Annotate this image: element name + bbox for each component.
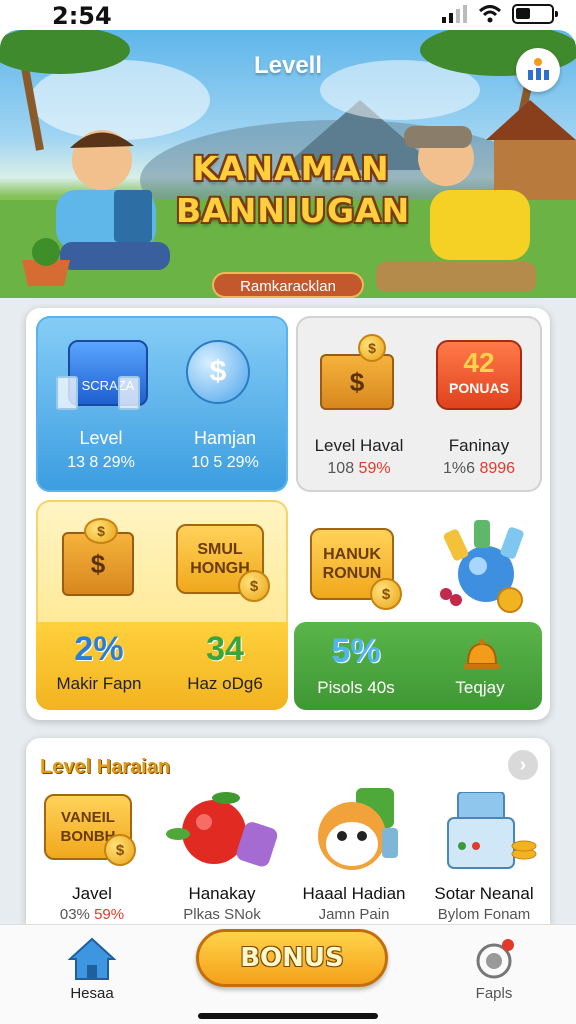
mascot-icon [312, 788, 402, 874]
bonus-card-yellow[interactable]: $ $ SMUL HONGH $ 2% Makir Fapn 34 Haz oD… [36, 500, 288, 710]
machine-icon [442, 791, 538, 874]
item-name: Haaal Hadian [302, 884, 406, 903]
coin-icon: $ [370, 578, 402, 610]
item-name: Javel [72, 884, 112, 903]
green-stat1-label: Pisols 40s [317, 678, 395, 697]
bonus-card-white[interactable]: HANUK RONUN $ [296, 500, 542, 620]
yellow-stat2-label: Haz oDg6 [187, 674, 263, 693]
gray-card-item1-value: 108 59% [296, 460, 422, 478]
item-value: Bylom Fonam [437, 906, 531, 923]
wifi-icon [478, 5, 502, 23]
section-title: Level Haraian [40, 756, 171, 778]
level-card-blue[interactable]: SCRAZA $ Level 13 8 29% Hamjan 10 5 29% [36, 316, 288, 492]
hero-menu-button[interactable] [516, 48, 560, 92]
bonus-badge-number: 42 [463, 347, 495, 378]
item-value: 03% 59% [30, 906, 154, 923]
gray-card-item2-label: Faninay [448, 436, 510, 455]
stats-card-green[interactable]: 5% Pisols 40s Teqjay [294, 622, 542, 710]
yellow-bubble-line1: SMUL [197, 541, 243, 558]
section-item[interactable]: VANEIL BONBH $ Javel 03% 59% [30, 788, 154, 924]
nav-home[interactable]: Hesaa [50, 933, 134, 1009]
hero-headline-line1: KANAMAN [192, 149, 390, 188]
bonus-badge-icon: 42 PONUAS [436, 340, 522, 410]
blue-card-item2-value: 10 5 29% [191, 454, 259, 471]
yellow-card-stats: 2% Makir Fapn 34 Haz oDg6 [36, 622, 288, 710]
status-time: 2:54 [52, 2, 112, 30]
hero-subtitle-pill[interactable]: Ramkaracklan [212, 272, 364, 298]
coin-icon: $ [358, 334, 386, 362]
status-bar: 2:54 [0, 0, 576, 30]
hero-title: Levell [253, 52, 323, 79]
gray-card-item2-value: 1%6 8996 [416, 460, 542, 478]
section-item[interactable]: Haaal Hadian Jamn Pain [292, 788, 416, 924]
coin-icon: $ [104, 834, 136, 866]
hero-headline-line2: BANNIUGAN [176, 191, 411, 230]
coin-icon: $ [84, 518, 118, 544]
status-icons [442, 4, 558, 24]
item-value-prefix: 03% [59, 906, 95, 923]
item-value: Plkas SNok [183, 906, 261, 923]
treasure-box-icon: $ [320, 354, 394, 410]
section-item[interactable]: Sotar Neanal Bylom Fonam [422, 788, 546, 924]
section-next-button[interactable]: › [508, 750, 538, 780]
white-bubble-line1: HANUK [323, 546, 381, 563]
bell-icon [462, 638, 502, 672]
home-indicator [198, 1013, 378, 1019]
item-value-highlight: 59% [94, 906, 125, 923]
glass-icon [56, 376, 78, 410]
bonus-button[interactable]: BONUS [196, 929, 388, 987]
battery-icon [512, 4, 558, 24]
bonus-badge-text: PONUAS [449, 380, 509, 396]
signal-icon [442, 5, 467, 23]
nav-home-label: Hesaa [70, 985, 114, 1002]
item-name: Sotar Neanal [434, 884, 534, 903]
yellow-stat2-value: 34 [206, 630, 244, 668]
gray-card-item2-value-prefix: 1%6 [442, 460, 480, 477]
apple-icon [166, 788, 284, 874]
level-section: Level Haraian › VANEIL BONBH $ Javel 03%… [26, 738, 550, 924]
yellow-stat1-value: 2% [74, 630, 124, 668]
nav-faqs[interactable]: Fapls [452, 933, 536, 1009]
glass-icon [118, 376, 140, 410]
blue-card-item1-label: Level [79, 428, 123, 448]
blue-card-item2-label: Hamjan [193, 428, 257, 448]
item-value: Jamn Pain [318, 906, 390, 923]
white-bubble-line2: RONUN [322, 565, 382, 582]
grid-menu-icon [528, 58, 549, 80]
coin-icon: $ [238, 570, 270, 602]
gray-card-item1-value-prefix: 108 [327, 460, 359, 477]
hero-banner: Levell KANAMAN BANNIUGAN Ramkaracklan [0, 30, 576, 298]
gray-card-item2-value-highlight: 8996 [479, 460, 516, 477]
home-icon [67, 937, 117, 980]
item-name: Hanakay [188, 884, 256, 903]
gray-card-item1-label: Level Haval [314, 436, 404, 455]
bottom-nav: Hesaa BONUS Fapls [0, 924, 576, 1024]
level-card-gray[interactable]: $ $ 42 PONUAS Level Haval 108 59% Fanina… [296, 316, 542, 492]
yellow-stat1-label: Makir Fapn [56, 674, 142, 693]
power-icon [476, 939, 514, 979]
blue-card-item1-value: 13 8 29% [67, 454, 135, 471]
chevron-right-icon: › [519, 754, 527, 776]
main-grid-panel: SCRAZA $ Level 13 8 29% Hamjan 10 5 29% … [26, 308, 550, 720]
dollar-coin-icon: $ [186, 340, 250, 404]
item-badge-line1: VANEIL [61, 809, 115, 826]
section-item[interactable]: Hanakay Plkas SNok [160, 788, 284, 924]
globe-potions-icon [434, 520, 534, 614]
hero-headline: KANAMAN BANNIUGAN [176, 148, 411, 232]
green-stat1-value: 5% [331, 632, 381, 670]
gray-card-item1-value-highlight: 59% [358, 460, 391, 477]
green-stat2-label: Teqjay [455, 678, 505, 697]
nav-faqs-label: Fapls [475, 985, 513, 1002]
